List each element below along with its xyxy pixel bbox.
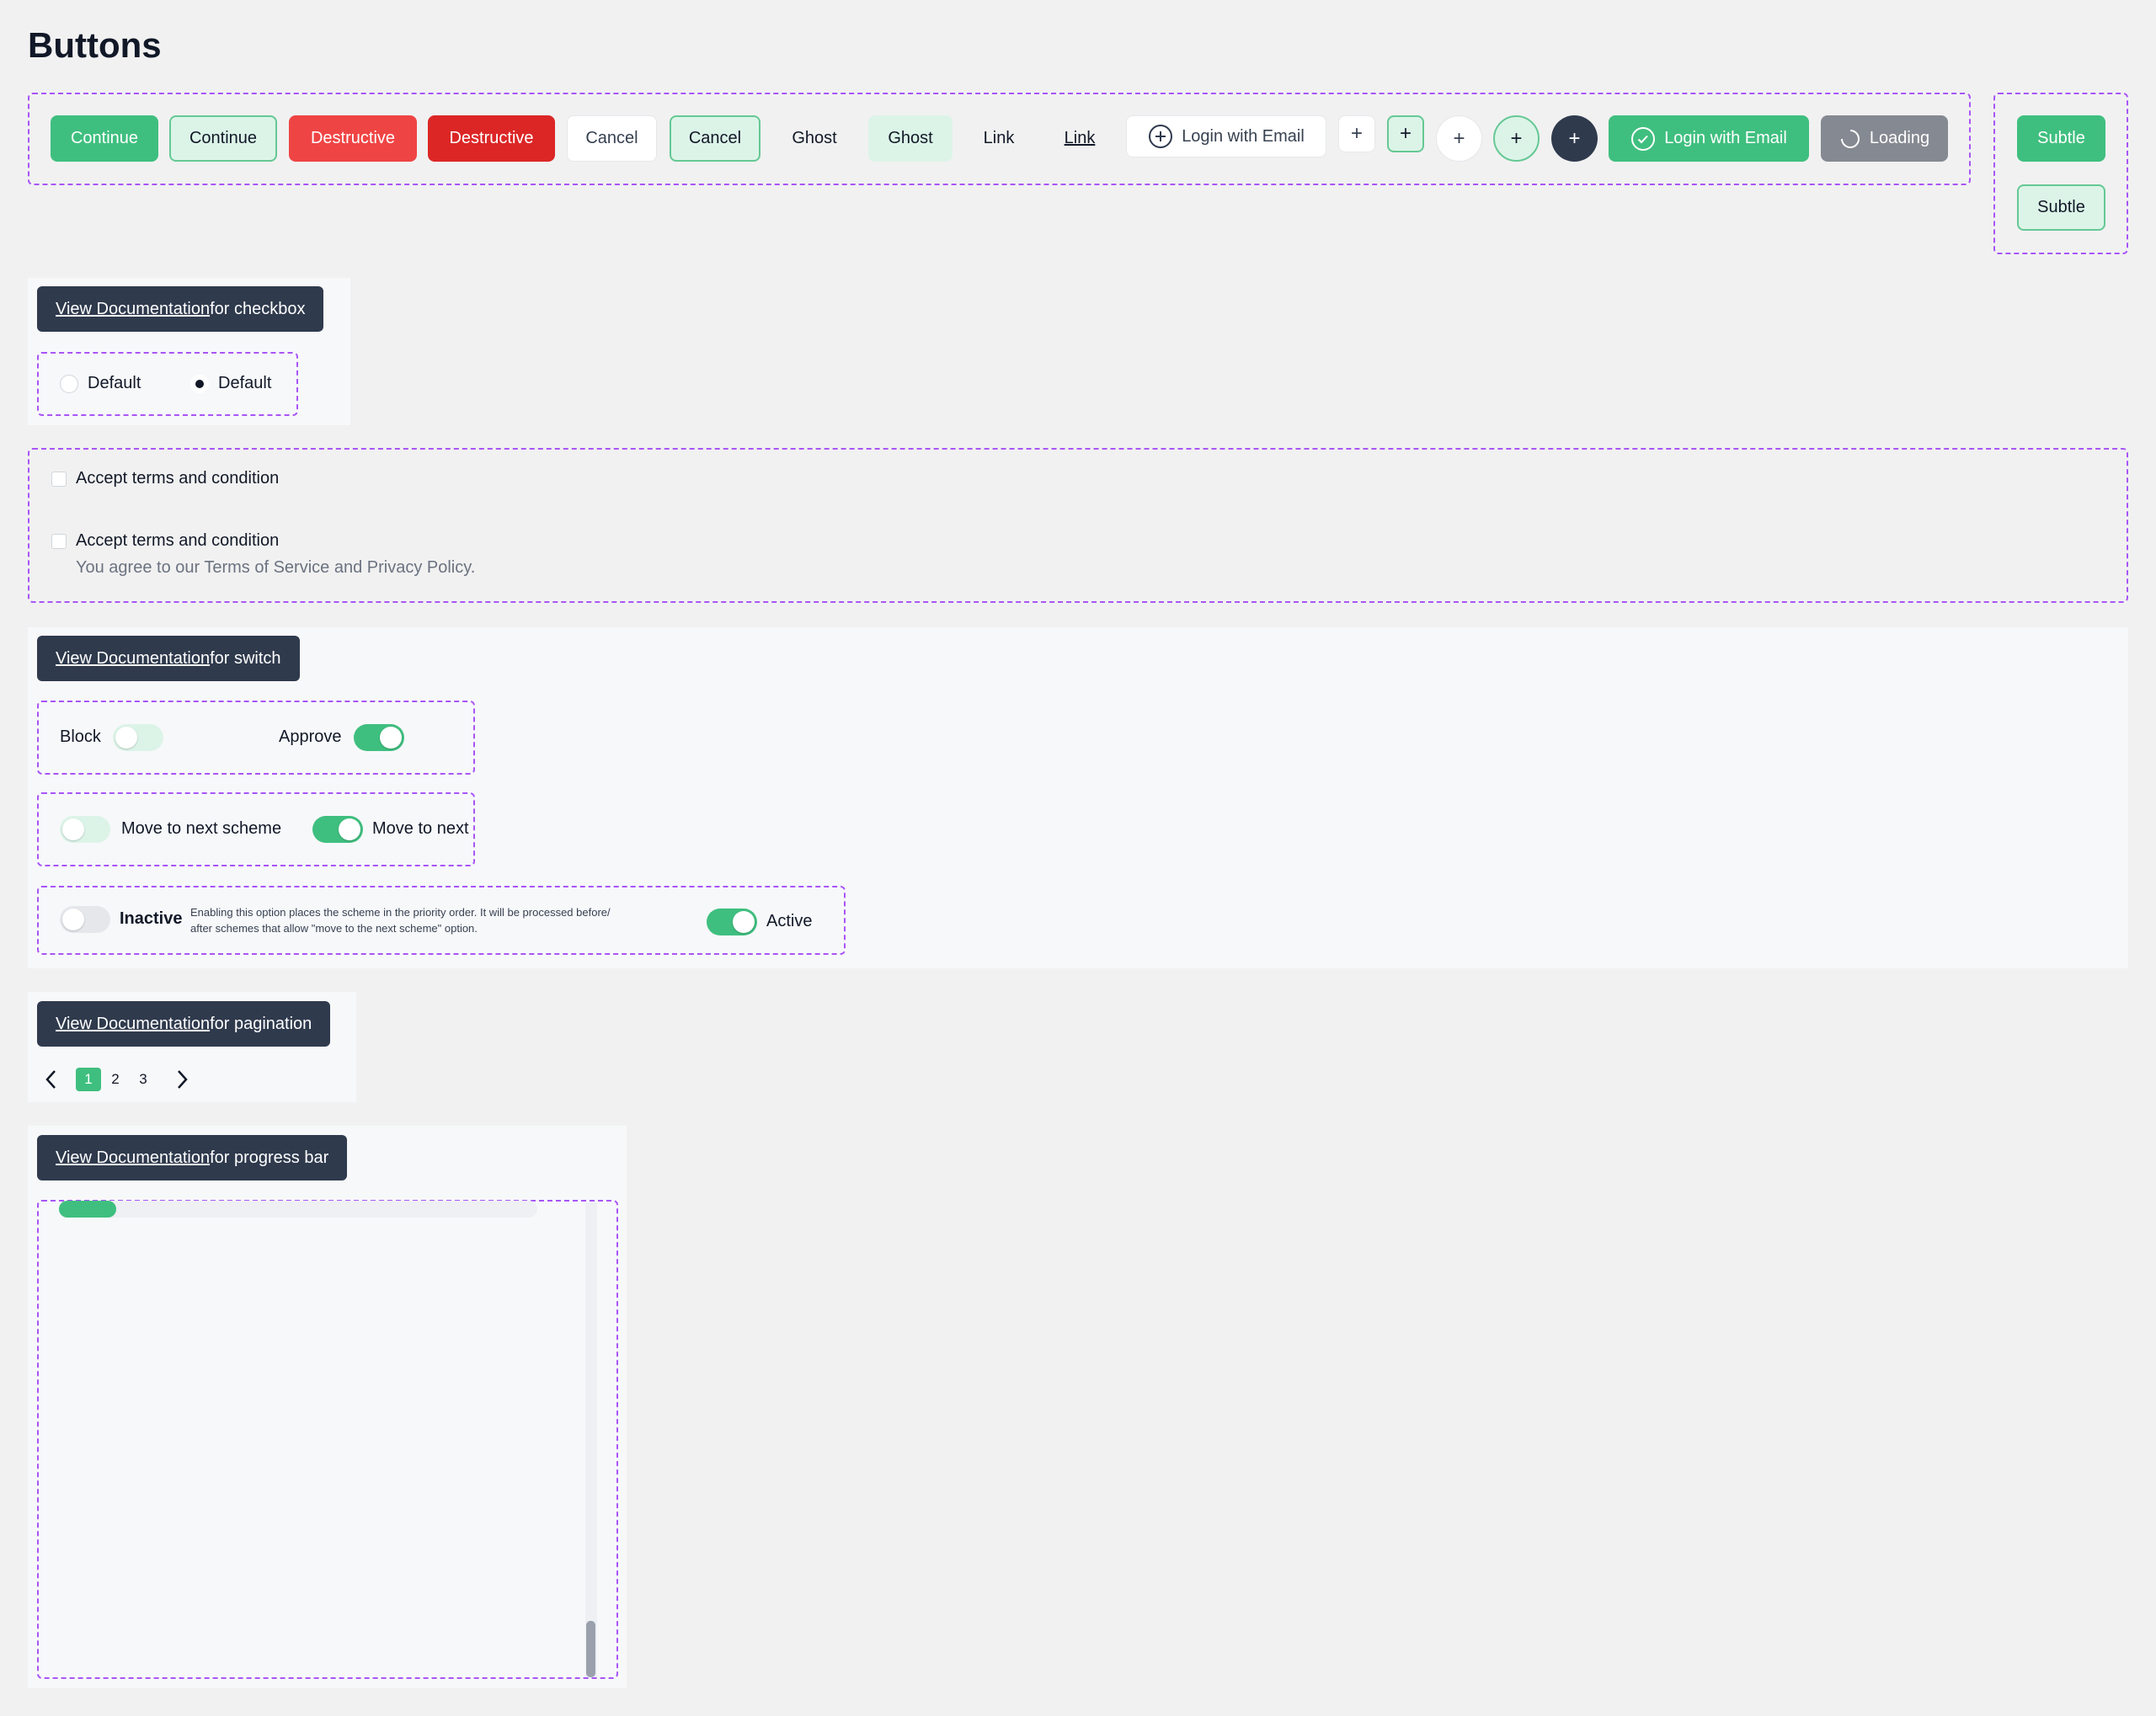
switch-doc-tag: View Documentation for switch (37, 636, 300, 681)
add-circle-button[interactable]: + (1436, 115, 1482, 162)
add-square-outline-button[interactable]: + (1387, 115, 1424, 152)
cancel-outline-button[interactable]: Cancel (670, 115, 760, 162)
add-circle-dark-button[interactable]: + (1551, 115, 1598, 162)
cancel-button[interactable]: Cancel (567, 115, 657, 162)
progress-group (37, 1200, 618, 1679)
progress-doc-link[interactable]: View Documentation (56, 1148, 210, 1168)
move-switch-2[interactable] (312, 816, 363, 843)
add-circle-outline-button[interactable]: + (1493, 115, 1540, 162)
link-button[interactable]: Link (964, 115, 1033, 162)
continue-button[interactable]: Continue (51, 115, 158, 162)
checkbox-doc-suffix: for checkbox (210, 299, 306, 318)
loading-button[interactable]: Loading (1821, 115, 1948, 162)
page-title: Buttons (28, 25, 162, 65)
checkbox-doc-tag: View Documentation for checkbox (37, 286, 324, 332)
approve-switch[interactable] (354, 724, 404, 751)
terms-checkbox-2[interactable] (51, 534, 67, 549)
switch-doc-link[interactable]: View Documentation (56, 649, 210, 669)
terms-label-2: Accept terms and condition (76, 531, 280, 550)
login-email-outline-button[interactable]: Login with Email (1126, 115, 1326, 157)
radio-checked[interactable] (190, 375, 209, 393)
page-2-button[interactable]: 2 (103, 1068, 128, 1091)
ghost-tinted-button[interactable]: Ghost (868, 115, 953, 162)
destructive-button[interactable]: Destructive (289, 115, 417, 162)
chevron-left-icon[interactable] (42, 1068, 61, 1091)
link-underline-button[interactable]: Link (1045, 115, 1114, 162)
subtle-button[interactable]: Subtle (2017, 115, 2105, 162)
progress-doc-suffix: for progress bar (210, 1148, 329, 1167)
subtle-outline-button[interactable]: Subtle (2017, 184, 2105, 231)
scrollbar-track[interactable] (585, 1202, 597, 1677)
move-label-1: Move to next scheme (121, 819, 282, 838)
switch-knob (115, 727, 137, 749)
pagination-doc-link[interactable]: View Documentation (56, 1015, 210, 1034)
ghost-button[interactable]: Ghost (772, 115, 857, 162)
active-label: Active (766, 912, 813, 930)
move-switch-1[interactable] (60, 816, 110, 843)
active-switch[interactable] (707, 909, 757, 935)
move-label-2: Move to next (372, 819, 469, 838)
inactive-switch[interactable] (60, 906, 110, 933)
loading-label: Loading (1869, 129, 1930, 147)
switch-description-line1: Enabling this option places the scheme i… (190, 906, 611, 919)
scrollbar-thumb[interactable] (586, 1621, 595, 1677)
switch-group-1 (37, 701, 475, 775)
radio-label-2: Default (218, 374, 272, 392)
terms-description: You agree to our Terms of Service and Pr… (76, 558, 476, 577)
switch-knob (733, 911, 755, 933)
switch-knob (62, 818, 84, 840)
progress-fill (59, 1201, 117, 1218)
switch-knob (339, 818, 360, 840)
login-email-label: Login with Email (1182, 126, 1305, 146)
add-square-button[interactable]: + (1338, 115, 1375, 152)
inactive-label: Inactive (120, 909, 183, 928)
block-label: Block (60, 727, 101, 746)
progress-doc-tag: View Documentation for progress bar (37, 1135, 348, 1180)
chevron-right-icon[interactable] (173, 1068, 191, 1091)
terms-checkbox-1[interactable] (51, 472, 67, 487)
switch-group-2: Move to next scheme Move to next (37, 792, 475, 866)
switch-description-line2: after schemes that allow "move to the ne… (190, 922, 478, 935)
radio-unchecked[interactable] (60, 375, 78, 393)
switch-knob (62, 909, 84, 930)
page-3-button[interactable]: 3 (131, 1068, 156, 1091)
continue-outline-button[interactable]: Continue (169, 115, 277, 162)
progress-track (59, 1201, 537, 1218)
radio-label-1: Default (88, 374, 141, 392)
radio-dot (195, 380, 204, 388)
login-email-button-label: Login with Email (1664, 129, 1787, 147)
switch-doc-suffix: for switch (210, 648, 281, 668)
spinner-icon (1840, 129, 1860, 148)
checkbox-doc-link[interactable]: View Documentation (56, 300, 210, 319)
page-1-button[interactable]: 1 (76, 1068, 101, 1091)
switch-knob (380, 727, 402, 749)
approve-label: Approve (279, 727, 342, 746)
block-switch[interactable] (113, 724, 163, 751)
pagination-doc-suffix: for pagination (210, 1014, 312, 1033)
destructive-dark-button[interactable]: Destructive (428, 115, 555, 162)
login-email-button[interactable]: Login with Email (1609, 115, 1809, 162)
check-circle-icon (1631, 126, 1656, 151)
plus-circle-icon (1149, 125, 1173, 148)
terms-group (28, 448, 2128, 603)
terms-label-1: Accept terms and condition (76, 469, 280, 488)
pagination-doc-tag: View Documentation for pagination (37, 1001, 331, 1047)
